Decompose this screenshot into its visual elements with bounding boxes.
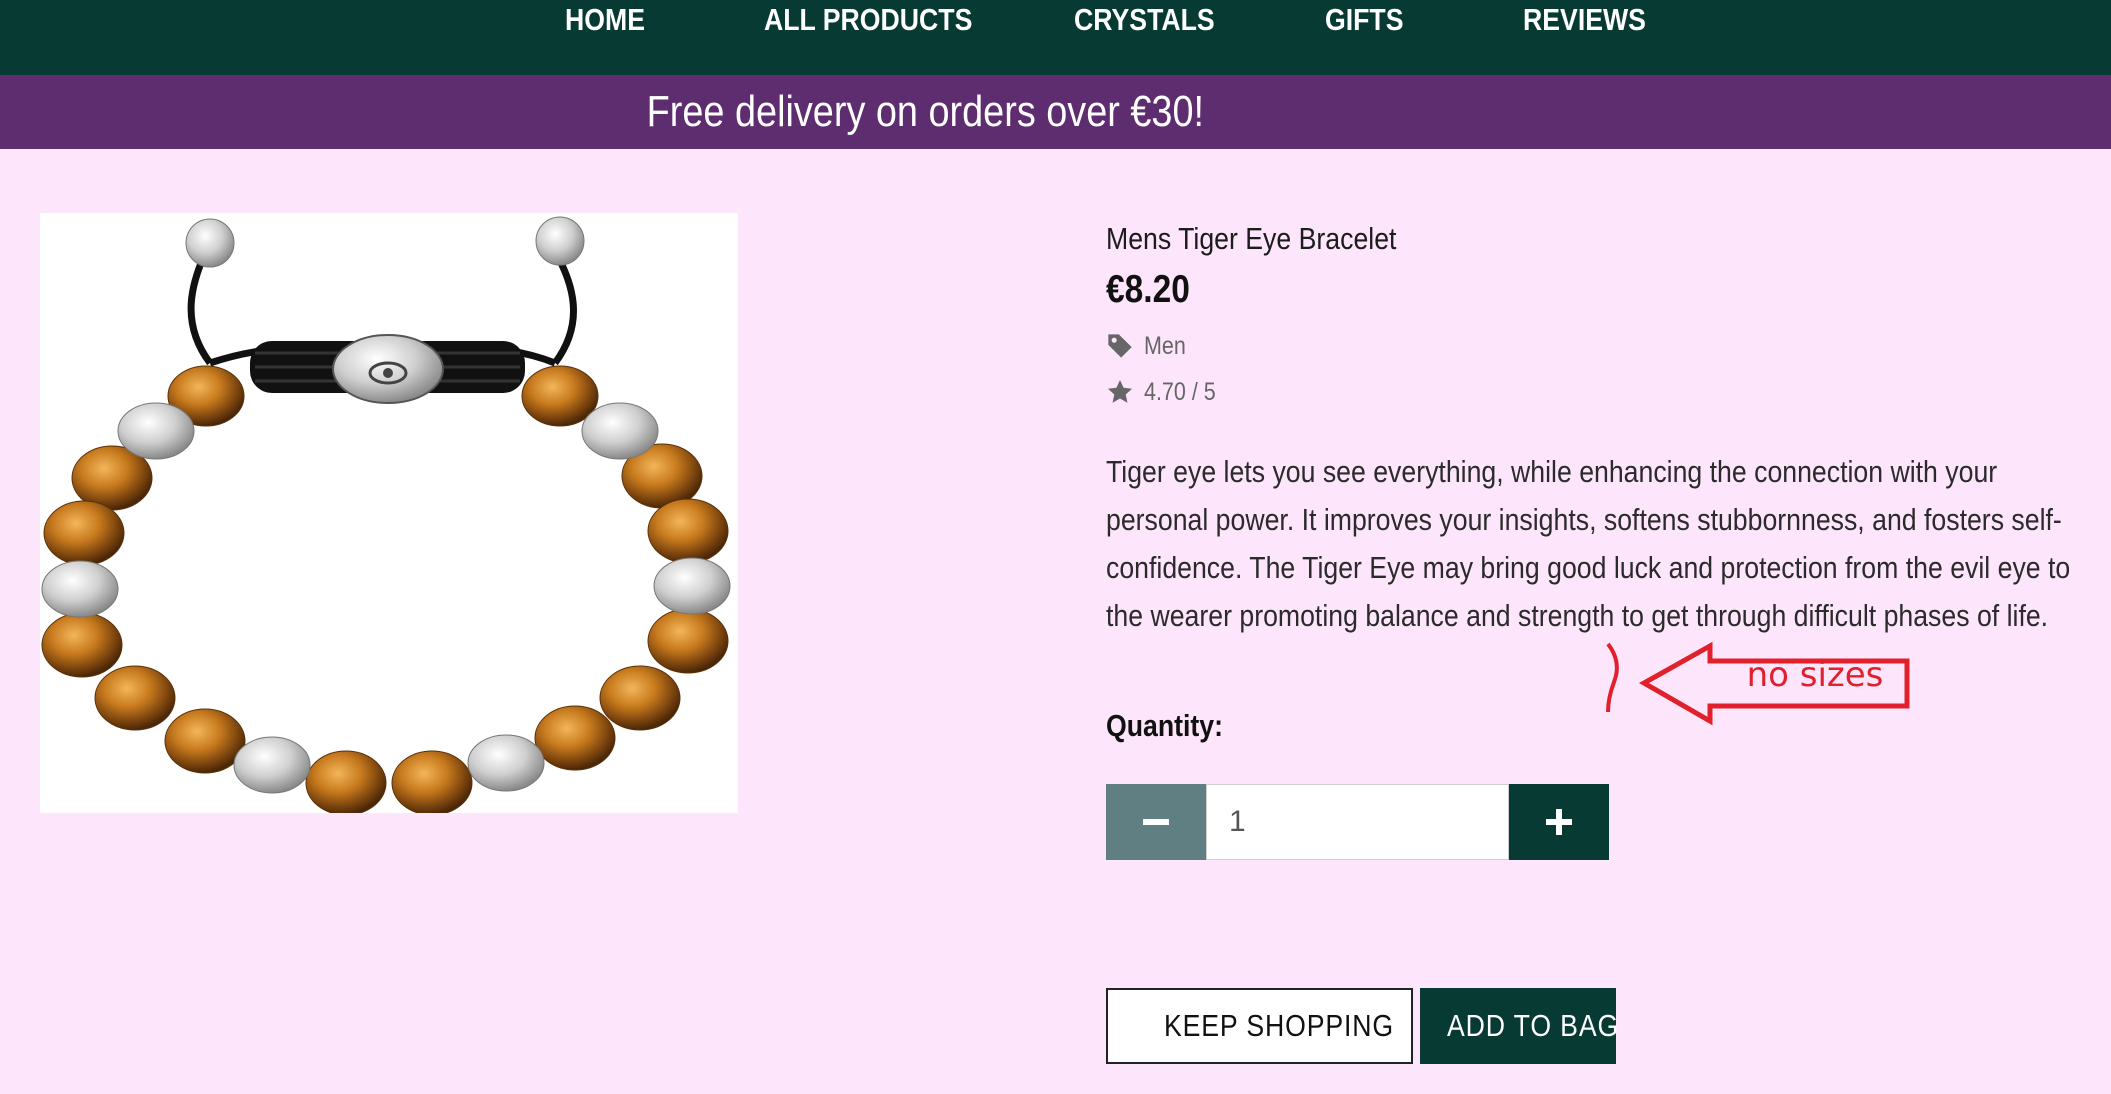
product-name-text: Mens Tiger Eye Bracelet [1106, 221, 1397, 256]
product-name: Mens Tiger Eye Bracelet [1106, 221, 1444, 257]
add-to-bag-label: ADD TO BAG [1447, 1008, 1620, 1043]
product-price-text: €8.20 [1106, 268, 1190, 311]
annotation-text: no sizes [1746, 655, 1884, 695]
quantity-label: Quantity: [1106, 708, 1242, 744]
promo-banner: Free delivery on orders over €30! [0, 75, 2111, 149]
nav-link-reviews[interactable]: REVIEWS [1523, 0, 1646, 40]
product-rating-text: 4.70 / 5 [1144, 377, 1216, 406]
nav-link-crystals[interactable]: CRYSTALS [1074, 0, 1215, 40]
add-to-bag-button[interactable]: ADD TO BAG [1420, 988, 1620, 1064]
nav-link-all-products[interactable]: ALL PRODUCTS [764, 0, 972, 40]
minus-icon [1143, 819, 1169, 825]
quantity-label-text: Quantity: [1106, 708, 1224, 743]
bracelet-image [41, 216, 731, 813]
main-nav: HOME ALL PRODUCTS CRYSTALS GIFTS REVIEWS [0, 0, 2111, 75]
product-price: €8.20 [1106, 268, 1204, 312]
nav-link-gifts[interactable]: GIFTS [1325, 0, 1404, 40]
tag-icon [1108, 334, 1132, 358]
keep-shopping-button[interactable]: KEEP SHOPPING [1106, 988, 1413, 1064]
product-category-link[interactable]: Men [1144, 332, 1186, 361]
product-rating: 4.70 / 5 [1106, 377, 1227, 407]
star-icon [1107, 380, 1133, 403]
decrement-quantity-button[interactable] [1106, 784, 1206, 860]
quantity-input[interactable] [1206, 784, 1509, 860]
keep-shopping-label: KEEP SHOPPING [1164, 1008, 1394, 1043]
nav-link-home[interactable]: HOME [565, 0, 645, 40]
product-description: Tiger eye lets you see everything, while… [1106, 454, 2071, 633]
plus-icon [1546, 809, 1572, 835]
annotation-callout: no sizes [1600, 640, 1920, 730]
product-image [40, 213, 738, 813]
quantity-stepper [1106, 784, 1609, 860]
product-category: Men [1106, 331, 1193, 361]
promo-banner-text: Free delivery on orders over €30! [646, 87, 1205, 136]
increment-quantity-button[interactable] [1509, 784, 1609, 860]
